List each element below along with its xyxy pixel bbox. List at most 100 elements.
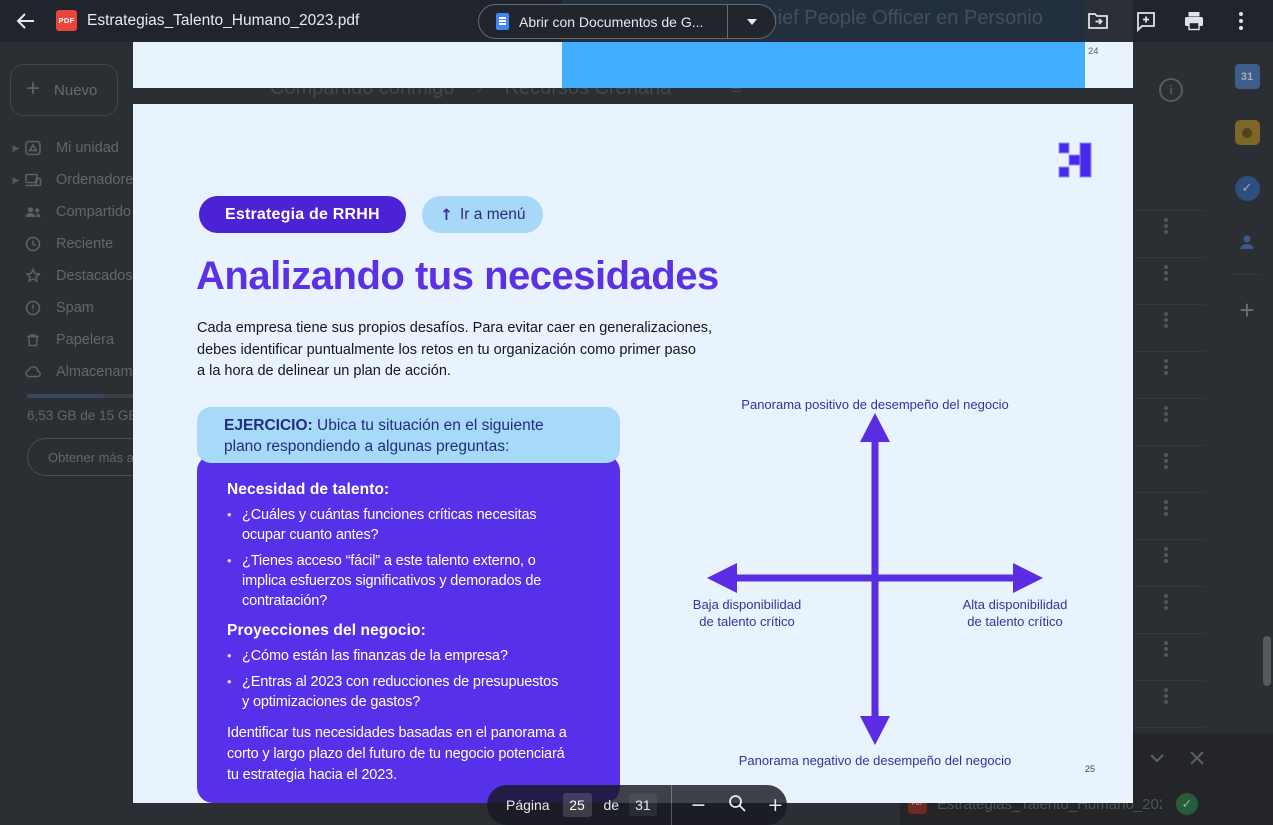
close-icon[interactable] <box>1186 747 1208 769</box>
computers-icon <box>24 171 42 189</box>
tasks-icon[interactable]: ✓ <box>1235 176 1260 201</box>
page24-number: 24 <box>1088 46 1099 57</box>
zoom-in-button[interactable]: + <box>764 794 787 816</box>
quadrant-label-left: Baja disponibilidadde talento crítico <box>667 596 827 630</box>
list-item: •¿Cómo están las finanzas de la empresa? <box>227 646 604 666</box>
info-icon[interactable]: i <box>1159 78 1183 102</box>
open-with-label: Abrir con Documentos de G... <box>519 14 727 30</box>
current-page-input[interactable]: 25 <box>563 793 592 817</box>
section-badge-label: Estrategia de RRHH <box>225 206 380 224</box>
more-options-icon[interactable] <box>1239 12 1243 16</box>
page-title: Analizando tus necesidades <box>196 254 719 299</box>
expand-caret-icon[interactable]: ▶ <box>8 143 24 154</box>
questions-panel: Necesidad de talento: •¿Cuáles y cuántas… <box>197 455 620 803</box>
quadrant-label-bottom: Panorama negativo de desempeño del negoc… <box>708 752 1042 769</box>
spam-icon <box>24 299 42 317</box>
star-icon <box>24 267 42 285</box>
shared-icon <box>24 203 42 221</box>
row-menu-icon[interactable] <box>1164 312 1168 316</box>
pdf-page-24: 24 <box>133 42 1133 88</box>
row-menu-icon[interactable] <box>1164 641 1168 645</box>
docs-icon <box>496 13 509 30</box>
pdf-file-icon: PDF <box>56 10 77 31</box>
total-pages: 31 <box>629 794 657 816</box>
row-menu-icon[interactable] <box>1164 500 1168 504</box>
sidebar-label: Mi unidad <box>56 140 119 156</box>
print-icon[interactable] <box>1182 9 1206 33</box>
exercise-callout: EJERCICIO: Ubica tu situación en el sigu… <box>197 407 620 463</box>
talent-heading: Necesidad de talento: <box>227 481 604 499</box>
magnifier-icon[interactable] <box>725 793 748 818</box>
new-button[interactable]: + Nuevo <box>10 64 118 116</box>
zoom-out-button[interactable]: − <box>687 794 710 816</box>
check-icon: ✓ <box>1176 793 1198 815</box>
trash-icon <box>24 331 42 349</box>
row-menu-icon[interactable] <box>1164 359 1168 363</box>
logo-icon <box>1058 142 1092 178</box>
chevron-down-icon[interactable] <box>1146 747 1168 769</box>
document-title: Estrategias_Talento_Humano_2023.pdf <box>87 12 359 30</box>
sidebar-item-storage[interactable]: Almacenamiento <box>0 356 133 388</box>
dropdown-caret-icon[interactable] <box>728 19 775 25</box>
sidebar-label: Compartido conmigo <box>56 204 133 220</box>
list-item: •¿Cuáles y cuántas funciones críticas ne… <box>227 505 604 545</box>
go-to-menu-label: Ir a menú <box>460 206 525 224</box>
plus-icon: + <box>26 75 40 103</box>
sidebar-item-spam[interactable]: Spam <box>0 292 133 324</box>
page-controls: Página 25 de 31 − + <box>487 785 787 825</box>
scrollbar-thumb[interactable] <box>1263 636 1271 686</box>
back-icon[interactable] <box>14 9 38 33</box>
row-menu-icon[interactable] <box>1164 406 1168 410</box>
sidebar-label: Reciente <box>56 236 113 252</box>
sidebar-item-computers[interactable]: ▶ Ordenadores <box>0 164 133 196</box>
page24-footer-band <box>562 42 1085 88</box>
my-drive-icon <box>24 139 42 157</box>
sidebar-label: Spam <box>56 300 94 316</box>
row-menu-icon[interactable] <box>1164 594 1168 598</box>
new-button-label: Nuevo <box>54 82 97 99</box>
keep-icon[interactable] <box>1235 120 1260 145</box>
quadrant-label-right: Alta disponibilidadde talento crítico <box>935 596 1095 630</box>
quadrant-axes <box>689 404 1099 760</box>
list-item: •¿Entras al 2023 con reducciones de pres… <box>227 672 604 712</box>
closing-paragraph: Identificar tus necesidades basadas en e… <box>227 723 604 786</box>
sidebar-item-trash[interactable]: Papelera <box>0 324 133 356</box>
intro-paragraph: Cada empresa tiene sus propios desafíos.… <box>197 318 817 383</box>
section-badge: Estrategia de RRHH <box>199 196 406 233</box>
get-addons-icon[interactable]: + <box>1239 297 1254 323</box>
pdf-viewer-toolbar: Chief People Officer en Personio PDF Est… <box>0 0 1273 42</box>
row-menu-icon[interactable] <box>1164 688 1168 692</box>
add-comment-icon[interactable] <box>1134 9 1158 33</box>
page25-number: 25 <box>1085 764 1095 774</box>
of-label: de <box>604 797 620 813</box>
sidebar-item-shared[interactable]: Compartido conmigo <box>0 196 133 228</box>
calendar-icon[interactable]: 31 <box>1235 64 1260 89</box>
pdf-page-25: Estrategia de RRHH ↑ Ir a menú Analizand… <box>133 104 1133 803</box>
go-to-menu-button[interactable]: ↑ Ir a menú <box>422 196 543 233</box>
ghost-page-heading: Chief People Officer en Personio <box>752 7 1043 30</box>
row-menu-icon[interactable] <box>1164 265 1168 269</box>
open-with-button[interactable]: Abrir con Documentos de G... <box>478 4 776 39</box>
add-to-drive-icon[interactable] <box>1086 9 1110 33</box>
expand-caret-icon[interactable]: ▶ <box>8 175 24 186</box>
row-menu-icon[interactable] <box>1164 218 1168 222</box>
row-menu-icon[interactable] <box>1164 547 1168 551</box>
list-item: •¿Tienes acceso “fácil” a este talento e… <box>227 551 604 611</box>
up-arrow-icon: ↑ <box>440 206 453 224</box>
contacts-icon[interactable] <box>1236 231 1258 253</box>
sidebar-label: Ordenadores <box>56 172 133 188</box>
exercise-label: EJERCICIO: <box>224 417 313 434</box>
sidebar-label: Papelera <box>56 332 114 348</box>
sidebar-item-recent[interactable]: Reciente <box>0 228 133 260</box>
rail-divider <box>1233 274 1261 275</box>
row-menu-icon[interactable] <box>1164 453 1168 457</box>
sidebar-label: Almacenamiento <box>56 364 133 380</box>
screen: + Nuevo ▶ Mi unidad ▶ Ordenadores Compar… <box>0 0 1273 825</box>
page-label: Página <box>506 797 550 813</box>
storage-text: 6,53 GB de 15 GB <box>27 408 137 423</box>
sidebar-item-starred[interactable]: Destacados <box>0 260 133 292</box>
pager-divider <box>671 785 672 825</box>
sidebar-label: Destacados <box>56 268 133 284</box>
business-heading: Proyecciones del negocio: <box>227 622 604 640</box>
sidebar-item-my-drive[interactable]: ▶ Mi unidad <box>0 132 133 164</box>
